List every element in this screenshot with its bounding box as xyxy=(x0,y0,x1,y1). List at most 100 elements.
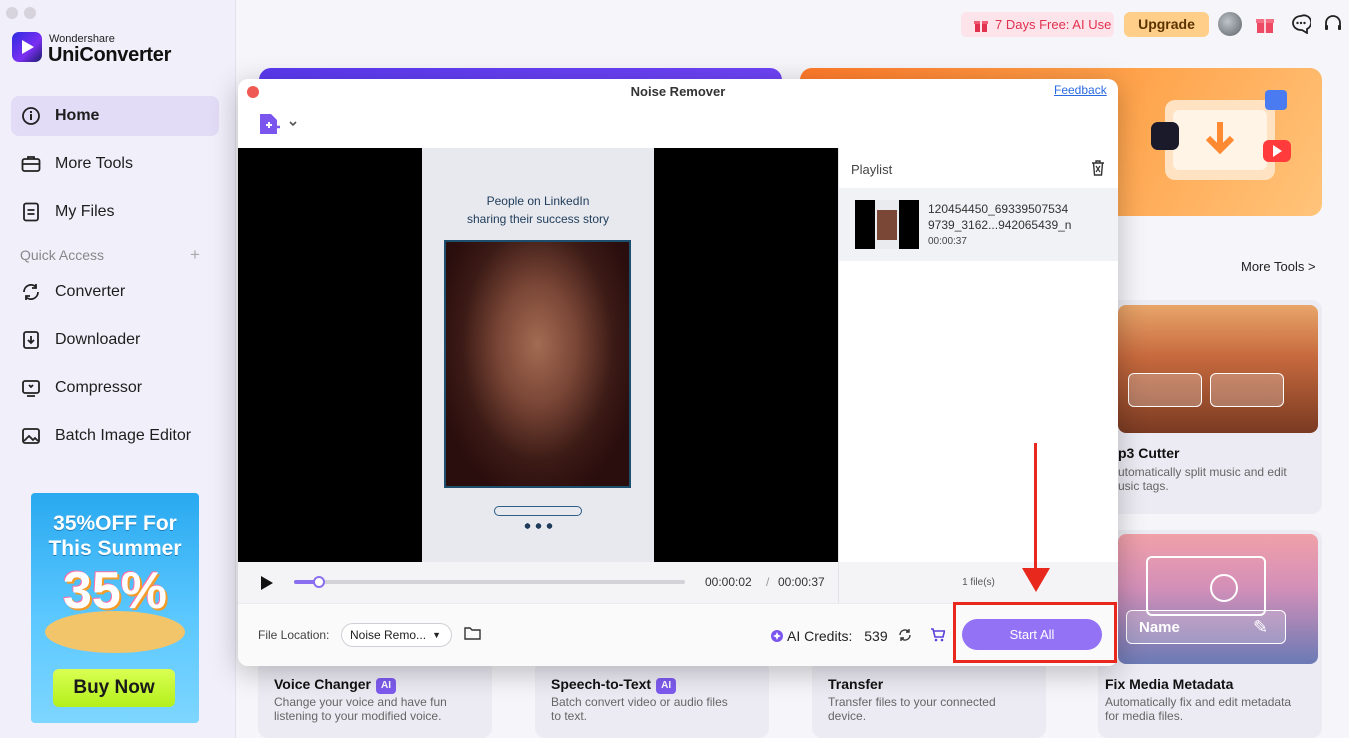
seek-bar[interactable] xyxy=(294,576,685,588)
user-avatar[interactable] xyxy=(1218,12,1242,36)
sidebar: Wondershare UniConverter Home More Tools… xyxy=(0,0,236,738)
compressor-icon xyxy=(20,377,42,399)
card-desc1: Batch convert video or audio files xyxy=(551,695,728,709)
dialog-title: Noise Remover xyxy=(630,84,726,99)
video-thumbnail xyxy=(855,200,919,249)
window-close-button[interactable] xyxy=(6,7,18,19)
card-desc1: Transfer files to your connected xyxy=(828,695,996,709)
cart-icon[interactable] xyxy=(930,628,946,647)
mp3-cutter-desc2: usic tags. xyxy=(1118,479,1169,493)
upgrade-button[interactable]: Upgrade xyxy=(1124,12,1209,37)
overlay-name-label: Name xyxy=(1139,619,1180,636)
nav-compressor[interactable]: Compressor xyxy=(11,368,219,408)
card-desc1: Automatically fix and edit metadata xyxy=(1105,695,1292,709)
nav-more-tools[interactable]: More Tools xyxy=(11,144,219,184)
chat-icon[interactable] xyxy=(1290,13,1312,35)
video-caption-line2: sharing their success story xyxy=(466,212,610,226)
mp3-cutter-desc1: utomatically split music and edit xyxy=(1118,465,1287,479)
wrench-icon: ✎ xyxy=(1253,617,1269,637)
file-location-value: Noise Remo... xyxy=(350,628,427,642)
voice-changer-title: Voice Changer xyxy=(274,676,371,692)
playlist-item-name-line1: 120454450_69339507534 xyxy=(928,202,1069,216)
playlist-item-name: 120454450_69339507534 9739_3162...942065… xyxy=(928,201,1108,233)
nav-my-files[interactable]: My Files xyxy=(11,192,219,232)
current-time: 00:00:02 xyxy=(705,575,752,589)
window-minimize-button[interactable] xyxy=(24,7,36,19)
card-desc2: for media files. xyxy=(1105,709,1184,723)
playlist-panel: Playlist 120454450_69339507534 9739_3162… xyxy=(838,148,1118,603)
player-controls: 00:00:02 / 00:00:37 xyxy=(238,562,838,603)
headset-icon[interactable] xyxy=(1322,13,1344,35)
file-location-label: File Location: xyxy=(258,628,330,642)
card-title: Fix Media Metadata xyxy=(1105,676,1234,692)
card-title: Speech-to-Text AI xyxy=(551,676,677,694)
ai-credits-value: 539 xyxy=(864,628,888,644)
nav-my-files-label: My Files xyxy=(55,203,115,220)
annotation-highlight-box xyxy=(953,602,1117,663)
promo-discount: 35% xyxy=(62,562,168,620)
quick-access-add-button[interactable]: + xyxy=(190,245,200,265)
ai-credits-icon xyxy=(771,629,783,647)
card-desc2: listening to your modified voice. xyxy=(274,709,442,723)
folder-icon[interactable] xyxy=(464,626,481,645)
company-logo-icon xyxy=(494,506,582,516)
video-preview[interactable]: People on LinkedIn sharing their success… xyxy=(238,148,838,562)
ai-badge: AI xyxy=(376,678,396,694)
ai-credits-label: AI Credits: xyxy=(787,628,853,644)
nav-downloader[interactable]: Downloader xyxy=(11,320,219,360)
nav-home[interactable]: Home xyxy=(11,96,219,136)
time-separator: / xyxy=(766,575,770,589)
play-circle-icon xyxy=(1210,574,1238,602)
portrait-image xyxy=(444,240,631,488)
name-field-illustration: Name ✎ xyxy=(1126,610,1286,644)
speech-to-text-card[interactable]: Speech-to-Text AI Batch convert video or … xyxy=(535,660,769,738)
download-illustration-icon xyxy=(1151,90,1291,180)
file-count: 1 file(s) xyxy=(838,562,1118,603)
noise-remover-dialog: Noise Remover Feedback People on LinkedI… xyxy=(238,79,1118,666)
nav-more-tools-label: More Tools xyxy=(55,155,133,172)
feedback-link[interactable]: Feedback xyxy=(1054,83,1107,97)
card-desc1: Change your voice and have fun xyxy=(274,695,447,709)
gift-icon xyxy=(973,16,989,41)
video-frame xyxy=(1146,556,1266,616)
play-button[interactable] xyxy=(260,575,274,596)
refresh-icon[interactable] xyxy=(898,628,912,647)
video-caption-line1: People on LinkedIn xyxy=(486,194,590,208)
file-icon xyxy=(20,201,42,223)
more-tools-link[interactable]: More Tools > xyxy=(1241,259,1316,274)
free-trial-label: 7 Days Free: AI Use xyxy=(995,17,1112,32)
seek-handle[interactable] xyxy=(313,576,326,588)
toolbox-icon xyxy=(20,153,42,175)
video-frame: People on LinkedIn sharing their success… xyxy=(422,148,654,562)
chevron-down-icon: ▼ xyxy=(432,630,441,640)
app-logo-icon xyxy=(12,32,42,62)
playlist-item[interactable]: 120454450_69339507534 9739_3162...942065… xyxy=(839,188,1118,261)
ai-credits: AI Credits: 539 xyxy=(787,628,888,644)
card-desc2: to text. xyxy=(551,709,588,723)
home-icon xyxy=(20,105,42,127)
nav-batch-image-editor[interactable]: Batch Image Editor xyxy=(11,416,219,456)
trash-icon[interactable] xyxy=(1091,160,1105,181)
gift-box-icon[interactable] xyxy=(1254,13,1276,35)
playlist-item-name-line2: 9739_3162...942065439_n xyxy=(928,218,1072,232)
nav-converter[interactable]: Converter xyxy=(11,272,219,312)
quick-access-label: Quick Access xyxy=(20,247,105,263)
speech-to-text-title: Speech-to-Text xyxy=(551,676,652,692)
nav-downloader-label: Downloader xyxy=(55,331,141,348)
card-desc2: device. xyxy=(828,709,867,723)
canyon-thumbnail xyxy=(1118,305,1318,433)
mp3-cutter-title: p3 Cutter xyxy=(1118,445,1180,461)
summer-promo-banner[interactable]: 35%OFF For This Summer 35% Buy Now xyxy=(31,493,199,723)
free-trial-button[interactable]: 7 Days Free: AI Use xyxy=(961,12,1114,37)
buy-now-button[interactable]: Buy Now xyxy=(53,669,175,707)
transfer-card[interactable]: Transfer Transfer files to your connecte… xyxy=(812,660,1046,738)
file-location-select[interactable]: Noise Remo... ▼ xyxy=(341,623,452,647)
fix-media-metadata-card[interactable]: Name ✎ Fix Media Metadata Automatically … xyxy=(1098,530,1322,738)
add-file-button[interactable] xyxy=(258,112,300,143)
thumbnail-portrait xyxy=(877,210,897,240)
mountain-thumbnail: Name ✎ xyxy=(1118,534,1318,664)
voice-changer-card[interactable]: Voice Changer AI Change your voice and ha… xyxy=(258,660,492,738)
social-icons xyxy=(522,522,554,530)
mp3-cutter-card[interactable]: p3 Cutter utomatically split music and e… xyxy=(1098,300,1322,514)
playlist-item-duration: 00:00:37 xyxy=(928,236,967,247)
